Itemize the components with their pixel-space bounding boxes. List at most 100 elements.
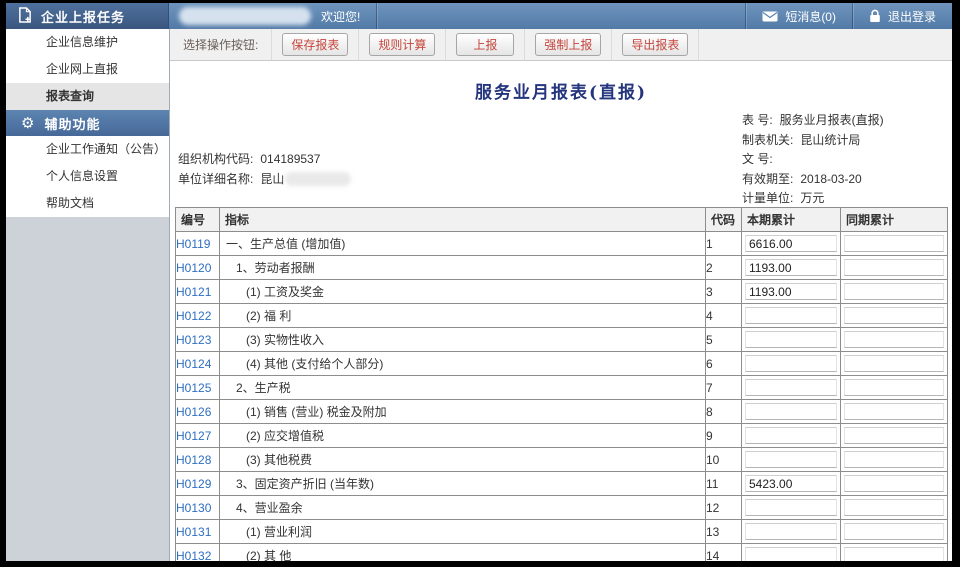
meta-value: 2018-03-20 [800,172,861,186]
save-report-button[interactable]: 保存报表 [282,33,348,56]
report-area: 服务业月报表(直报) 组织机构代码:014189537单位详细名称:昆山 表 号… [170,61,952,561]
submit-button[interactable]: 上报 [456,33,514,56]
row-code-link[interactable]: H0131 [176,525,211,539]
current-period-cell [742,328,841,352]
col-header: 代码 [706,208,742,232]
prior-period-input[interactable] [844,355,944,372]
table-row: H0130 4、营业盈余12 [176,496,948,520]
seq-cell: 10 [706,448,742,472]
meta-label: 文 号: [742,152,773,166]
toolbar-cell-force-submit: 强制上报 [524,29,611,60]
sidebar-item-enterprise-online-report[interactable]: 企业网上直报 [6,56,169,83]
row-code-link[interactable]: H0128 [176,453,211,467]
current-period-cell [742,400,841,424]
table-row: H01293、固定资产折旧 (当年数)11 [176,472,948,496]
sidebar-item-help-docs[interactable]: 帮助文档 [6,190,169,217]
indicator-cell: (2) 应交增值税 [220,424,706,448]
seq-cell: 12 [706,496,742,520]
current-period-input[interactable] [745,451,837,468]
current-period-cell [742,376,841,400]
current-period-cell [742,424,841,448]
meta-label: 单位详细名称: [178,172,253,186]
row-code-link[interactable]: H0127 [176,429,211,443]
sidebar-header-aux: ⚙ 辅助功能 [6,110,169,136]
table-row: H0121(1) 工资及奖金3 [176,280,948,304]
current-period-input[interactable] [745,235,837,252]
current-period-input[interactable] [745,355,837,372]
current-period-input[interactable] [745,475,837,492]
row-code-link[interactable]: H0126 [176,405,211,419]
prior-period-input[interactable] [844,235,944,252]
prior-period-input[interactable] [844,427,944,444]
sidebar-item-report-query[interactable]: 报表查询 [6,83,169,110]
row-code-link[interactable]: H0120 [176,261,211,275]
current-period-input[interactable] [745,379,837,396]
prior-period-cell [841,472,948,496]
brand-title: 企业上报任务 [41,7,125,26]
code-cell: H0126 [176,400,220,424]
prior-period-input[interactable] [844,403,944,420]
code-cell: H0130 [176,496,220,520]
prior-period-input[interactable] [844,475,944,492]
current-period-input[interactable] [745,547,837,561]
prior-period-input[interactable] [844,283,944,300]
prior-period-cell [841,376,948,400]
row-code-link[interactable]: H0119 [176,237,210,251]
sidebar-header-aux-label: 辅助功能 [44,114,100,133]
table-row: H01252、生产税7 [176,376,948,400]
messages-button[interactable]: 短消息(0) [745,3,852,29]
prior-period-input[interactable] [844,331,944,348]
prior-period-cell [841,448,948,472]
toolbar-cell-save-report: 保存报表 [271,29,358,60]
row-code-link[interactable]: H0130 [176,501,211,515]
username-redacted [179,7,311,25]
prior-period-input[interactable] [844,523,944,540]
seq-cell: 4 [706,304,742,328]
prior-period-input[interactable] [844,307,944,324]
welcome-text: 欢迎您! [321,8,360,25]
row-code-link[interactable]: H0129 [176,477,211,491]
sidebar-item-personal-info-settings[interactable]: 个人信息设置 [6,163,169,190]
meta-label: 制表机关: [742,133,793,147]
table-header-row: 编号指标代码本期累计同期累计 [176,208,948,232]
prior-period-input[interactable] [844,499,944,516]
export-report-button[interactable]: 导出报表 [622,33,688,56]
current-period-cell [742,280,841,304]
toolbar-cell-rule-calc: 规则计算 [358,29,445,60]
indicator-cell: (1) 销售 (营业) 税金及附加 [220,400,706,424]
main-panel: 选择操作按钮: 保存报表规则计算上报强制上报导出报表 服务业月报表(直报) 组织… [170,29,952,561]
current-period-input[interactable] [745,427,837,444]
current-period-input[interactable] [745,403,837,420]
meta-label: 计量单位: [742,191,793,205]
current-period-input[interactable] [745,283,837,300]
prior-period-input[interactable] [844,379,944,396]
prior-period-input[interactable] [844,259,944,276]
current-period-input[interactable] [745,499,837,516]
sidebar-item-enterprise-info-maintenance[interactable]: 企业信息维护 [6,29,169,56]
sidebar-item-enterprise-work-notice[interactable]: 企业工作通知（公告） [6,136,169,163]
meta-line: 计量单位:万元 [742,189,884,209]
logout-button[interactable]: 退出登录 [852,3,952,29]
meta-line: 制表机关:昆山统计局 [742,131,884,151]
row-code-link[interactable]: H0125 [176,381,211,395]
force-submit-button[interactable]: 强制上报 [535,33,601,56]
toolbar-label: 选择操作按钮: [170,36,271,53]
row-code-link[interactable]: H0122 [176,309,211,323]
meta-line: 表 号:服务业月报表(直报) [742,111,884,131]
current-period-input[interactable] [745,307,837,324]
current-period-input[interactable] [745,331,837,348]
indicator-cell: 4、营业盈余 [220,496,706,520]
row-code-link[interactable]: H0123 [176,333,211,347]
row-code-link[interactable]: H0132 [176,549,211,562]
prior-period-input[interactable] [844,451,944,468]
current-period-input[interactable] [745,259,837,276]
row-code-link[interactable]: H0124 [176,357,211,371]
indicator-cell: 3、固定资产折旧 (当年数) [220,472,706,496]
code-cell: H0119 [176,232,220,256]
prior-period-input[interactable] [844,547,944,561]
seq-cell: 6 [706,352,742,376]
row-code-link[interactable]: H0121 [176,285,211,299]
current-period-input[interactable] [745,523,837,540]
rule-calc-button[interactable]: 规则计算 [369,33,435,56]
document-add-icon [18,7,32,26]
